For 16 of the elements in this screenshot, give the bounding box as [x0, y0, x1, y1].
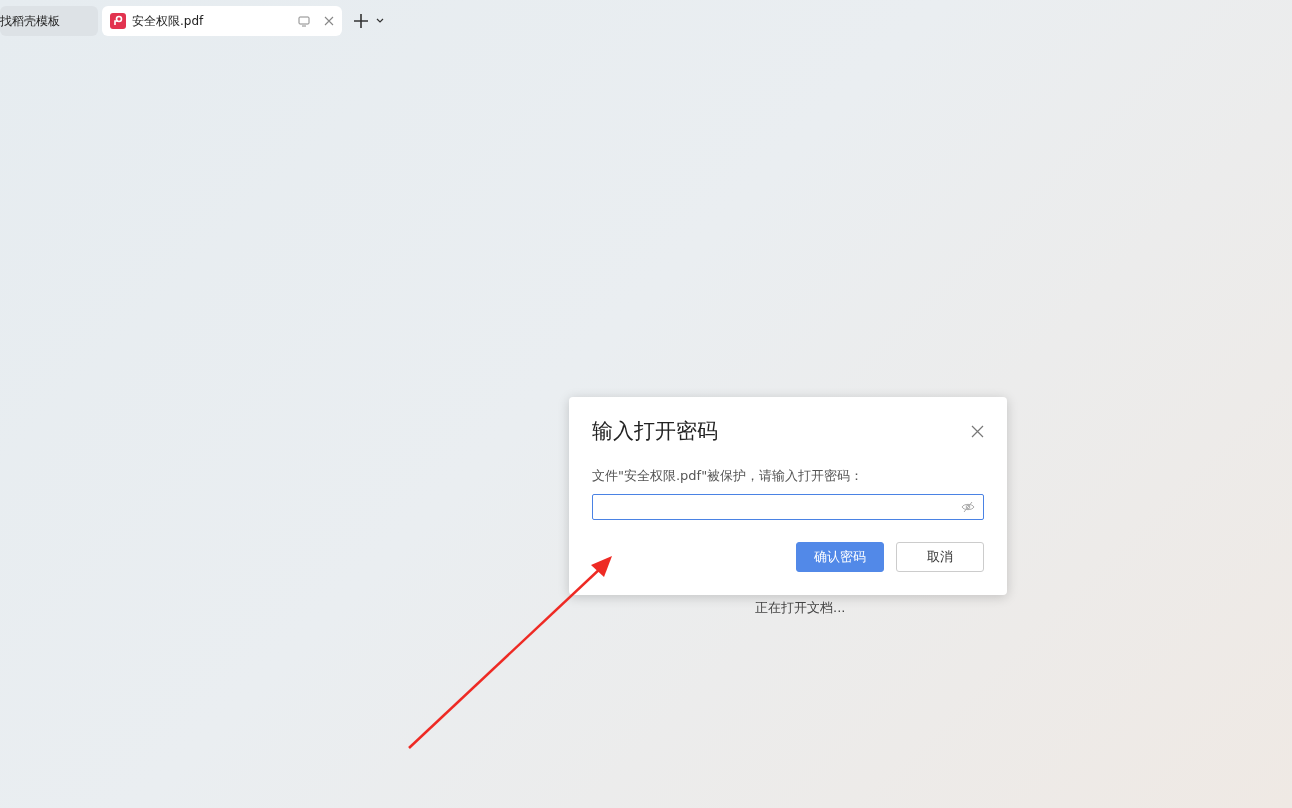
- hidden-eye-icon[interactable]: [961, 501, 975, 513]
- password-field[interactable]: [592, 494, 984, 520]
- add-tab-button[interactable]: [354, 14, 368, 28]
- pdf-icon: [110, 13, 126, 29]
- dialog-title: 输入打开密码: [592, 418, 718, 445]
- monitor-icon[interactable]: [298, 15, 310, 27]
- cancel-button[interactable]: 取消: [896, 542, 984, 572]
- dialog-message: 文件"安全权限.pdf"被保护，请输入打开密码：: [592, 467, 865, 485]
- chevron-icon[interactable]: [376, 18, 384, 24]
- close-button[interactable]: [971, 424, 984, 438]
- close-icon: [971, 424, 984, 438]
- tab[interactable]: 安全权限.pdf: [102, 6, 342, 36]
- tab[interactable]: 找稻壳模板: [0, 6, 98, 36]
- close-icon[interactable]: [324, 16, 334, 26]
- plus-icon: [354, 14, 368, 28]
- loading-text: 正在打开文档...: [755, 599, 846, 617]
